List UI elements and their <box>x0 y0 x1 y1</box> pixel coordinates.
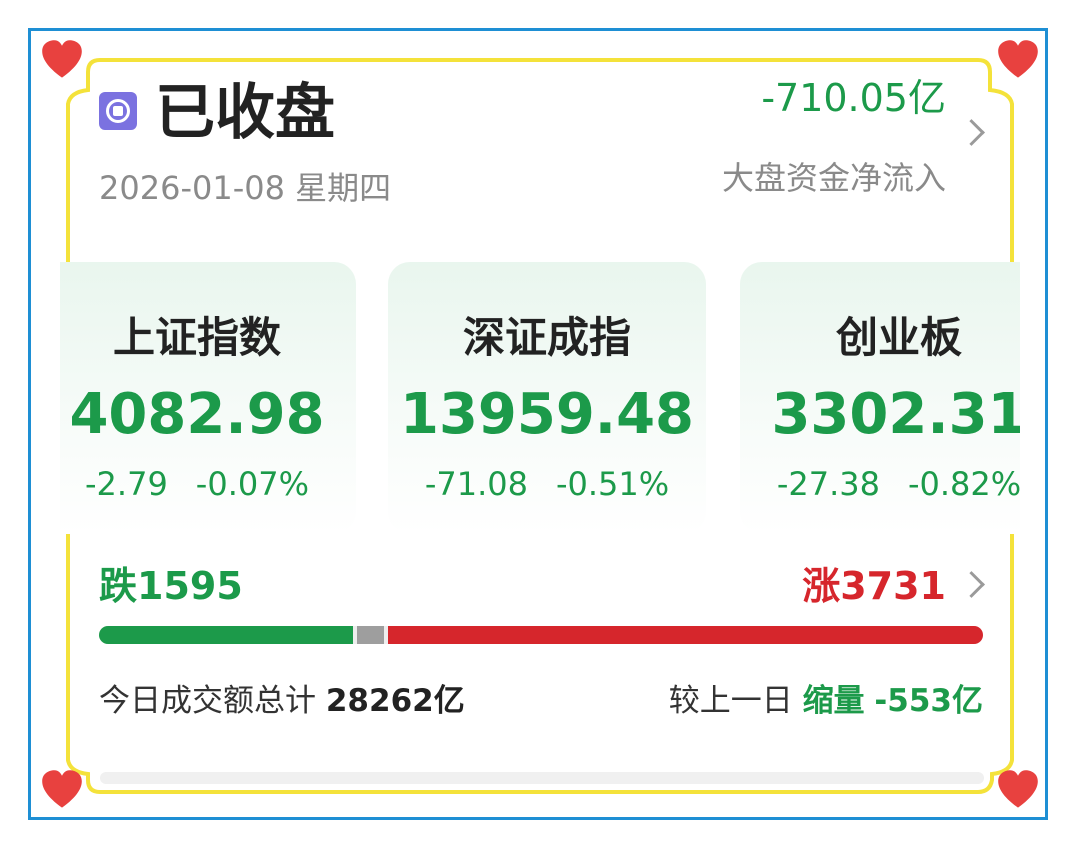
index-value: 3302.31 <box>771 382 1020 447</box>
compare-prefix: 较上一日 <box>668 683 793 719</box>
index-name: 上证指数 <box>112 313 281 362</box>
market-status-title: 已收盘 <box>155 78 335 148</box>
rising-stocks-count[interactable]: 涨3731 <box>802 560 946 612</box>
index-change: -27.38 -0.82% <box>740 462 1020 506</box>
market-breadth-bar[interactable] <box>99 626 983 644</box>
index-change-points: -2.79 <box>85 465 168 503</box>
compare-value: -553亿 <box>874 683 983 719</box>
index-change-points: -71.08 <box>424 465 528 503</box>
turnover-label: 今日成交额总计 <box>99 683 316 719</box>
turnover-compare: 较上一日 缩量 -553亿 <box>669 678 983 724</box>
net-inflow-label[interactable]: 大盘资金净流入 <box>722 156 946 200</box>
market-closed-icon <box>99 92 137 130</box>
falling-stocks-count[interactable]: 跌1595 <box>99 560 243 612</box>
heart-icon-bottom-left <box>42 770 82 808</box>
breadth-flat-segment <box>357 626 384 644</box>
index-change-points: -27.38 <box>776 465 880 503</box>
index-change: -2.79 -0.07% <box>60 462 356 506</box>
trade-date: 2026-01-08 星期四 <box>99 169 392 207</box>
turnover-value: 28262亿 <box>325 683 465 719</box>
net-inflow-value[interactable]: -710.05亿 <box>761 74 946 122</box>
index-value: 4082.98 <box>69 382 325 447</box>
index-change-percent: -0.82% <box>907 465 1020 503</box>
index-card-chinext[interactable]: 创业板 3302.31 -27.38 -0.82% <box>740 262 1020 534</box>
index-change: -71.08 -0.51% <box>388 462 706 506</box>
index-change-percent: -0.51% <box>555 465 670 503</box>
breadth-fall-segment <box>99 626 353 644</box>
heart-icon-top-left <box>42 40 82 78</box>
index-cards-row: 上证指数 4082.98 -2.79 -0.07% 深证成指 13959.48 -… <box>60 250 1020 550</box>
bottom-strip <box>100 772 984 784</box>
index-card-shenzhen[interactable]: 深证成指 13959.48 -71.08 -0.51% <box>388 262 706 534</box>
heart-icon-bottom-right <box>998 770 1038 808</box>
index-name: 创业板 <box>835 313 962 362</box>
index-change-percent: -0.07% <box>195 465 309 503</box>
turnover-total: 今日成交额总计 28262亿 <box>99 678 465 724</box>
market-breadth-bar-graphic <box>99 626 983 644</box>
index-card-shanghai[interactable]: 上证指数 4082.98 -2.79 -0.07% <box>60 262 356 534</box>
breadth-rise-segment <box>388 626 983 644</box>
index-name: 深证成指 <box>462 313 631 362</box>
compare-tag: 缩量 <box>802 683 865 719</box>
heart-icon-top-right <box>998 40 1038 78</box>
index-value: 13959.48 <box>399 382 695 447</box>
